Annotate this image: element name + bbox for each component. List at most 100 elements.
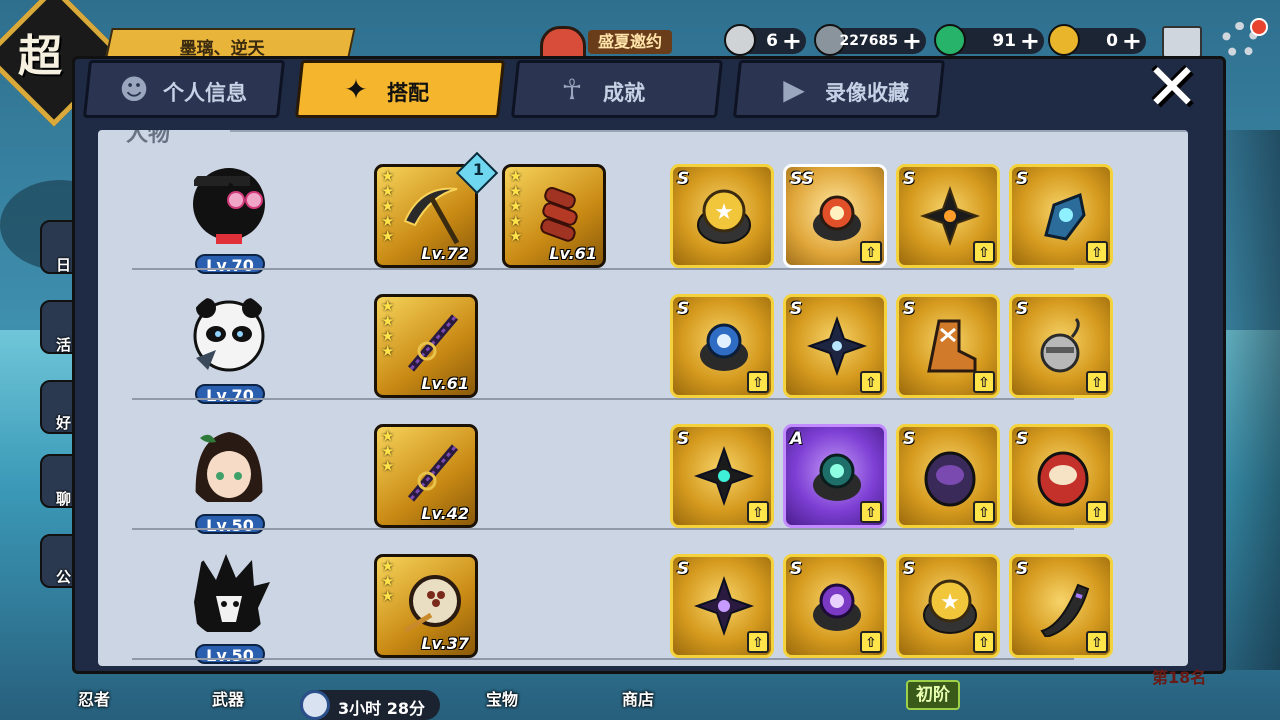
rank-tier-badge: 初阶 [906, 680, 960, 710]
girl-ninja-avatar[interactable] [186, 422, 272, 508]
character-row: Lv.70 ★ ★ ★ ★ Lv.61 S ⇧ S ⇧ S ⇧ S ⇧ [98, 270, 1188, 405]
purple-shuriken-icon [693, 575, 755, 637]
item-grade: S [903, 299, 916, 319]
weapon-slot[interactable]: ★ ★ ★ Lv.37 [374, 554, 478, 658]
loadout-list[interactable]: 人物 Lv.70 ★ ★ ★ ★ ★ Lv.72 1 ★ ★ ★ ★ ★ Lv.… [98, 130, 1188, 666]
equipment-slot[interactable]: S ⇧ [896, 164, 1000, 268]
ninja-black-avatar[interactable] [186, 162, 272, 248]
resource-rice-ball: 6 + [724, 24, 806, 56]
ice-gauntlet-icon [1044, 192, 1086, 241]
equipment-slot[interactable]: S ★ ⇧ [896, 554, 1000, 658]
equipment-slot[interactable]: S ⇧ [1009, 164, 1113, 268]
tab-replays[interactable]: ▶ 录像收藏 [732, 60, 946, 118]
upgrade-icon: ⇧ [973, 631, 995, 653]
item-grade: S [677, 559, 690, 579]
violet-ring-icon [813, 583, 861, 631]
tab-loadout[interactable]: ✦ 搭配 [294, 60, 506, 118]
horn-icon [1040, 583, 1090, 637]
boot-icon [927, 319, 977, 373]
star-rating: ★ ★ ★ ★ ★ [509, 167, 523, 245]
shuriken-icon: ✦ [344, 73, 368, 106]
event-banner[interactable]: 盛夏邀约 [540, 26, 720, 62]
person-card-icon: ☻ [119, 73, 149, 106]
weapon-level: Lv.42 [421, 504, 469, 523]
equipment-slot[interactable]: S ⇧ [1009, 554, 1113, 658]
equipment-slot[interactable]: S ⇧ [783, 554, 887, 658]
tab-label: 成就 [603, 81, 645, 105]
equipment-slot[interactable]: S ⇧ [896, 294, 1000, 398]
weapon-slot[interactable]: ★ ★ ★ ★ Lv.61 [374, 294, 478, 398]
purple-daruma-icon [924, 451, 976, 507]
rice-ball-icon [724, 24, 756, 56]
equipment-slot[interactable]: S ⇧ [670, 554, 774, 658]
svg-text:★: ★ [714, 200, 734, 225]
star-rating: ★ ★ ★ ★ [381, 297, 395, 360]
nav-ninja[interactable]: 忍者 [78, 686, 110, 710]
clock-icon [300, 690, 330, 720]
fire-ring-icon [813, 195, 861, 241]
lightning-shuriken-icon [806, 315, 868, 377]
spiky-ninja-avatar[interactable] [186, 552, 272, 638]
resource-value: 227685 [839, 33, 898, 49]
equipment-slot[interactable]: S ⇧ [1009, 424, 1113, 528]
add-gold-gem-button[interactable]: + [1122, 27, 1142, 55]
svg-text:★: ★ [940, 590, 960, 615]
weapon-slot[interactable]: ★ ★ ★ ★ ★ Lv.61 [502, 164, 606, 268]
tab-achievements[interactable]: ☥ 成就 [510, 60, 724, 118]
item-grade: S [677, 299, 690, 319]
weapon-slot[interactable]: ★ ★ ★ Lv.42 [374, 424, 478, 528]
badge-number: 1 [472, 160, 485, 180]
katana-icon [407, 314, 459, 372]
equipment-slot[interactable]: A ⇧ [783, 424, 887, 528]
character-row: Lv.50 ★ ★ ★ Lv.37 S ⇧ S ⇧ S ★ ⇧ S ⇧ [98, 530, 1188, 665]
add-silver-coin-button[interactable]: + [902, 27, 922, 55]
upgrade-icon: ⇧ [747, 371, 769, 393]
gold-gem-icon [1048, 24, 1080, 56]
timer-text: 3小时 28分 [338, 699, 425, 718]
side-label: 好 [56, 414, 72, 432]
equipment-slot[interactable]: S ⇧ [896, 424, 1000, 528]
drum-icon [403, 575, 461, 634]
countdown-timer: 3小时 28分 [300, 690, 440, 720]
equipment-slot[interactable]: S ★ [670, 164, 774, 268]
resource-gold-gem: 0 + [1048, 24, 1146, 56]
item-grade: S [1016, 559, 1029, 579]
upgrade-icon: ⇧ [973, 241, 995, 263]
character-row: Lv.70 ★ ★ ★ ★ ★ Lv.72 1 ★ ★ ★ ★ ★ Lv.61 S [98, 140, 1188, 275]
upgrade-icon: ⇧ [973, 501, 995, 523]
equipment-slot[interactable]: SS ⇧ [783, 164, 887, 268]
nav-shop[interactable]: 商店 [622, 686, 654, 710]
upgrade-icon: ⇧ [747, 501, 769, 523]
side-label: 日 [56, 256, 72, 274]
character-row: Lv.50 ★ ★ ★ Lv.42 S ⇧ A ⇧ S ⇧ S ⇧ [98, 400, 1188, 535]
add-green-gem-button[interactable]: + [1020, 27, 1040, 55]
panda-ninja-avatar[interactable] [186, 292, 272, 378]
equipment-slot[interactable]: S ⇧ [783, 294, 887, 398]
add-rice-ball-button[interactable]: + [782, 27, 802, 55]
star-ring-icon: ★ [923, 579, 977, 634]
equipment-slot[interactable]: S ⇧ [1009, 294, 1113, 398]
star-rating: ★ ★ ★ [381, 427, 395, 475]
weapon-level: Lv.37 [421, 634, 469, 653]
equipment-slot[interactable]: S ⇧ [670, 294, 774, 398]
rank-position: 第18名 [1152, 668, 1207, 687]
tab-profile[interactable]: ☻ 个人信息 [82, 60, 286, 118]
nav-weapon[interactable]: 武器 [212, 686, 244, 710]
equipment-slot[interactable]: S ⇧ [670, 424, 774, 528]
resource-value: 0 [1106, 31, 1118, 51]
close-button[interactable]: ✕ [1142, 56, 1202, 120]
star-rating: ★ ★ ★ [381, 557, 395, 605]
bomb-icon [1040, 317, 1080, 373]
side-label: 活 [56, 336, 72, 354]
character-level-badge: Lv.50 [195, 644, 265, 665]
upgrade-icon: ⇧ [1086, 631, 1108, 653]
item-grade: S [1016, 169, 1029, 189]
resource-silver-coin: 227685 + [814, 24, 926, 56]
tab-label: 录像收藏 [825, 81, 909, 105]
tab-label: 个人信息 [163, 81, 247, 105]
play-icon: ▶ [783, 73, 805, 106]
notification-dot [1250, 18, 1268, 36]
upgrade-icon: ⇧ [747, 631, 769, 653]
nav-treasure[interactable]: 宝物 [486, 686, 518, 710]
trophy-icon: ☥ [561, 73, 583, 106]
